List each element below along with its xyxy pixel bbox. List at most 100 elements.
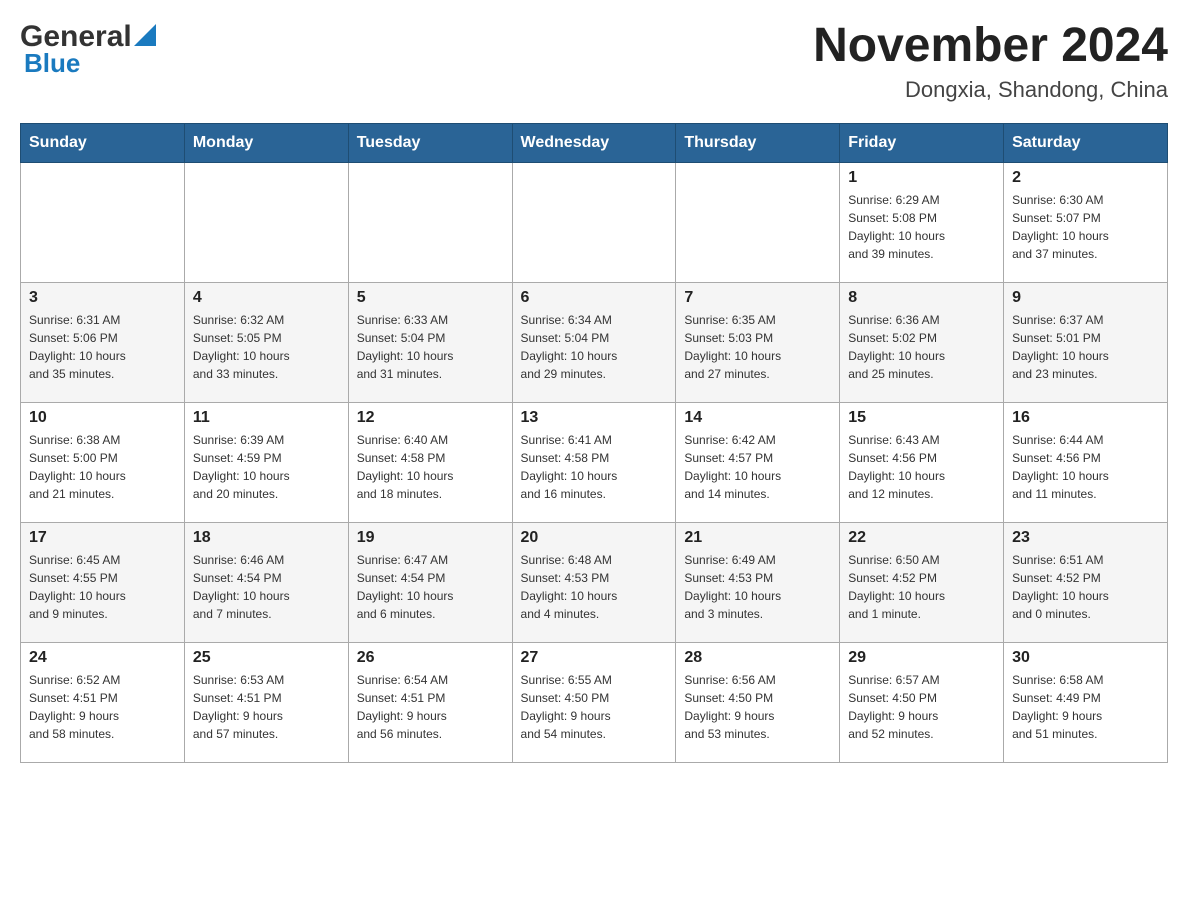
calendar-table: Sunday Monday Tuesday Wednesday Thursday… xyxy=(20,123,1168,763)
col-monday: Monday xyxy=(184,123,348,162)
col-thursday: Thursday xyxy=(676,123,840,162)
day-cell: 1 Sunrise: 6:29 AM Sunset: 5:08 PM Daylig… xyxy=(840,162,1004,282)
day-info: Sunrise: 6:55 AM Sunset: 4:50 PM Dayligh… xyxy=(521,671,668,743)
week-row-3: 10 Sunrise: 6:38 AM Sunset: 5:00 PM Dayli… xyxy=(21,402,1168,522)
day-cell: 6Sunrise: 6:34 AM Sunset: 5:04 PM Daylig… xyxy=(512,282,676,402)
day-number: 19 xyxy=(357,529,504,547)
day-info: Sunrise: 6:40 AM Sunset: 4:58 PM Dayligh… xyxy=(357,431,504,503)
day-number: 5 xyxy=(357,289,504,307)
page-header: General Blue November 2024 Dongxia, Shan… xyxy=(20,20,1168,103)
col-wednesday: Wednesday xyxy=(512,123,676,162)
day-info: Sunrise: 6:52 AM Sunset: 4:51 PM Dayligh… xyxy=(29,671,176,743)
day-info: Sunrise: 6:46 AM Sunset: 4:54 PM Dayligh… xyxy=(193,551,340,623)
day-number: 10 xyxy=(29,409,176,427)
day-number: 30 xyxy=(1012,649,1159,667)
day-info: Sunrise: 6:53 AM Sunset: 4:51 PM Dayligh… xyxy=(193,671,340,743)
day-info: Sunrise: 6:36 AM Sunset: 5:02 PM Dayligh… xyxy=(848,311,995,383)
day-number: 1 xyxy=(848,169,995,187)
day-info: Sunrise: 6:38 AM Sunset: 5:00 PM Dayligh… xyxy=(29,431,176,503)
col-saturday: Saturday xyxy=(1004,123,1168,162)
day-info: Sunrise: 6:54 AM Sunset: 4:51 PM Dayligh… xyxy=(357,671,504,743)
day-cell: 25 Sunrise: 6:53 AM Sunset: 4:51 PM Dayli… xyxy=(184,642,348,762)
day-info: Sunrise: 6:48 AM Sunset: 4:53 PM Dayligh… xyxy=(521,551,668,623)
day-info: Sunrise: 6:58 AM Sunset: 4:49 PM Dayligh… xyxy=(1012,671,1159,743)
day-info: Sunrise: 6:45 AM Sunset: 4:55 PM Dayligh… xyxy=(29,551,176,623)
day-number: 16 xyxy=(1012,409,1159,427)
day-info: Sunrise: 6:43 AM Sunset: 4:56 PM Dayligh… xyxy=(848,431,995,503)
day-cell: 4 Sunrise: 6:32 AM Sunset: 5:05 PM Daylig… xyxy=(184,282,348,402)
day-cell: 27 Sunrise: 6:55 AM Sunset: 4:50 PM Dayli… xyxy=(512,642,676,762)
day-number: 12 xyxy=(357,409,504,427)
day-cell: 13 Sunrise: 6:41 AM Sunset: 4:58 PM Dayli… xyxy=(512,402,676,522)
day-cell: 23 Sunrise: 6:51 AM Sunset: 4:52 PM Dayli… xyxy=(1004,522,1168,642)
day-info: Sunrise: 6:47 AM Sunset: 4:54 PM Dayligh… xyxy=(357,551,504,623)
day-number: 26 xyxy=(357,649,504,667)
logo: General Blue xyxy=(20,20,156,79)
day-cell: 21Sunrise: 6:49 AM Sunset: 4:53 PM Dayli… xyxy=(676,522,840,642)
day-info: Sunrise: 6:30 AM Sunset: 5:07 PM Dayligh… xyxy=(1012,191,1159,263)
col-sunday: Sunday xyxy=(21,123,185,162)
logo-triangle-icon xyxy=(134,24,156,46)
day-number: 29 xyxy=(848,649,995,667)
day-number: 18 xyxy=(193,529,340,547)
day-number: 3 xyxy=(29,289,176,307)
day-cell: 17 Sunrise: 6:45 AM Sunset: 4:55 PM Dayli… xyxy=(21,522,185,642)
day-number: 13 xyxy=(521,409,668,427)
day-number: 23 xyxy=(1012,529,1159,547)
day-cell xyxy=(512,162,676,282)
day-cell: 10 Sunrise: 6:38 AM Sunset: 5:00 PM Dayli… xyxy=(21,402,185,522)
week-row-5: 24 Sunrise: 6:52 AM Sunset: 4:51 PM Dayli… xyxy=(21,642,1168,762)
day-info: Sunrise: 6:49 AM Sunset: 4:53 PM Dayligh… xyxy=(684,551,831,623)
day-info: Sunrise: 6:39 AM Sunset: 4:59 PM Dayligh… xyxy=(193,431,340,503)
day-cell xyxy=(184,162,348,282)
day-number: 20 xyxy=(521,529,668,547)
month-title: November 2024 xyxy=(813,20,1168,73)
week-row-4: 17 Sunrise: 6:45 AM Sunset: 4:55 PM Dayli… xyxy=(21,522,1168,642)
day-cell: 12 Sunrise: 6:40 AM Sunset: 4:58 PM Dayli… xyxy=(348,402,512,522)
day-info: Sunrise: 6:29 AM Sunset: 5:08 PM Dayligh… xyxy=(848,191,995,263)
day-number: 4 xyxy=(193,289,340,307)
day-cell xyxy=(676,162,840,282)
day-number: 24 xyxy=(29,649,176,667)
day-number: 8 xyxy=(848,289,995,307)
day-info: Sunrise: 6:41 AM Sunset: 4:58 PM Dayligh… xyxy=(521,431,668,503)
day-info: Sunrise: 6:35 AM Sunset: 5:03 PM Dayligh… xyxy=(684,311,831,383)
day-number: 22 xyxy=(848,529,995,547)
day-cell: 11 Sunrise: 6:39 AM Sunset: 4:59 PM Dayli… xyxy=(184,402,348,522)
title-section: November 2024 Dongxia, Shandong, China xyxy=(813,20,1168,103)
day-info: Sunrise: 6:42 AM Sunset: 4:57 PM Dayligh… xyxy=(684,431,831,503)
week-row-2: 3 Sunrise: 6:31 AM Sunset: 5:06 PM Daylig… xyxy=(21,282,1168,402)
day-info: Sunrise: 6:44 AM Sunset: 4:56 PM Dayligh… xyxy=(1012,431,1159,503)
day-cell xyxy=(21,162,185,282)
day-cell: 15Sunrise: 6:43 AM Sunset: 4:56 PM Dayli… xyxy=(840,402,1004,522)
day-info: Sunrise: 6:56 AM Sunset: 4:50 PM Dayligh… xyxy=(684,671,831,743)
day-number: 11 xyxy=(193,409,340,427)
day-info: Sunrise: 6:33 AM Sunset: 5:04 PM Dayligh… xyxy=(357,311,504,383)
day-number: 28 xyxy=(684,649,831,667)
day-number: 17 xyxy=(29,529,176,547)
day-number: 6 xyxy=(521,289,668,307)
day-number: 27 xyxy=(521,649,668,667)
day-cell: 22 Sunrise: 6:50 AM Sunset: 4:52 PM Dayli… xyxy=(840,522,1004,642)
day-info: Sunrise: 6:57 AM Sunset: 4:50 PM Dayligh… xyxy=(848,671,995,743)
day-cell: 29 Sunrise: 6:57 AM Sunset: 4:50 PM Dayli… xyxy=(840,642,1004,762)
day-cell: 9 Sunrise: 6:37 AM Sunset: 5:01 PM Daylig… xyxy=(1004,282,1168,402)
day-number: 25 xyxy=(193,649,340,667)
day-cell: 20 Sunrise: 6:48 AM Sunset: 4:53 PM Dayli… xyxy=(512,522,676,642)
week-row-1: 1 Sunrise: 6:29 AM Sunset: 5:08 PM Daylig… xyxy=(21,162,1168,282)
day-info: Sunrise: 6:50 AM Sunset: 4:52 PM Dayligh… xyxy=(848,551,995,623)
day-number: 9 xyxy=(1012,289,1159,307)
day-info: Sunrise: 6:31 AM Sunset: 5:06 PM Dayligh… xyxy=(29,311,176,383)
day-cell: 3 Sunrise: 6:31 AM Sunset: 5:06 PM Daylig… xyxy=(21,282,185,402)
day-cell: 19 Sunrise: 6:47 AM Sunset: 4:54 PM Dayli… xyxy=(348,522,512,642)
day-number: 7 xyxy=(684,289,831,307)
day-info: Sunrise: 6:37 AM Sunset: 5:01 PM Dayligh… xyxy=(1012,311,1159,383)
day-cell: 24 Sunrise: 6:52 AM Sunset: 4:51 PM Dayli… xyxy=(21,642,185,762)
logo-blue: Blue xyxy=(20,48,80,79)
day-cell: 16 Sunrise: 6:44 AM Sunset: 4:56 PM Dayli… xyxy=(1004,402,1168,522)
day-info: Sunrise: 6:32 AM Sunset: 5:05 PM Dayligh… xyxy=(193,311,340,383)
day-cell: 14Sunrise: 6:42 AM Sunset: 4:57 PM Dayli… xyxy=(676,402,840,522)
day-cell: 26 Sunrise: 6:54 AM Sunset: 4:51 PM Dayli… xyxy=(348,642,512,762)
day-cell: 30 Sunrise: 6:58 AM Sunset: 4:49 PM Dayli… xyxy=(1004,642,1168,762)
day-info: Sunrise: 6:51 AM Sunset: 4:52 PM Dayligh… xyxy=(1012,551,1159,623)
